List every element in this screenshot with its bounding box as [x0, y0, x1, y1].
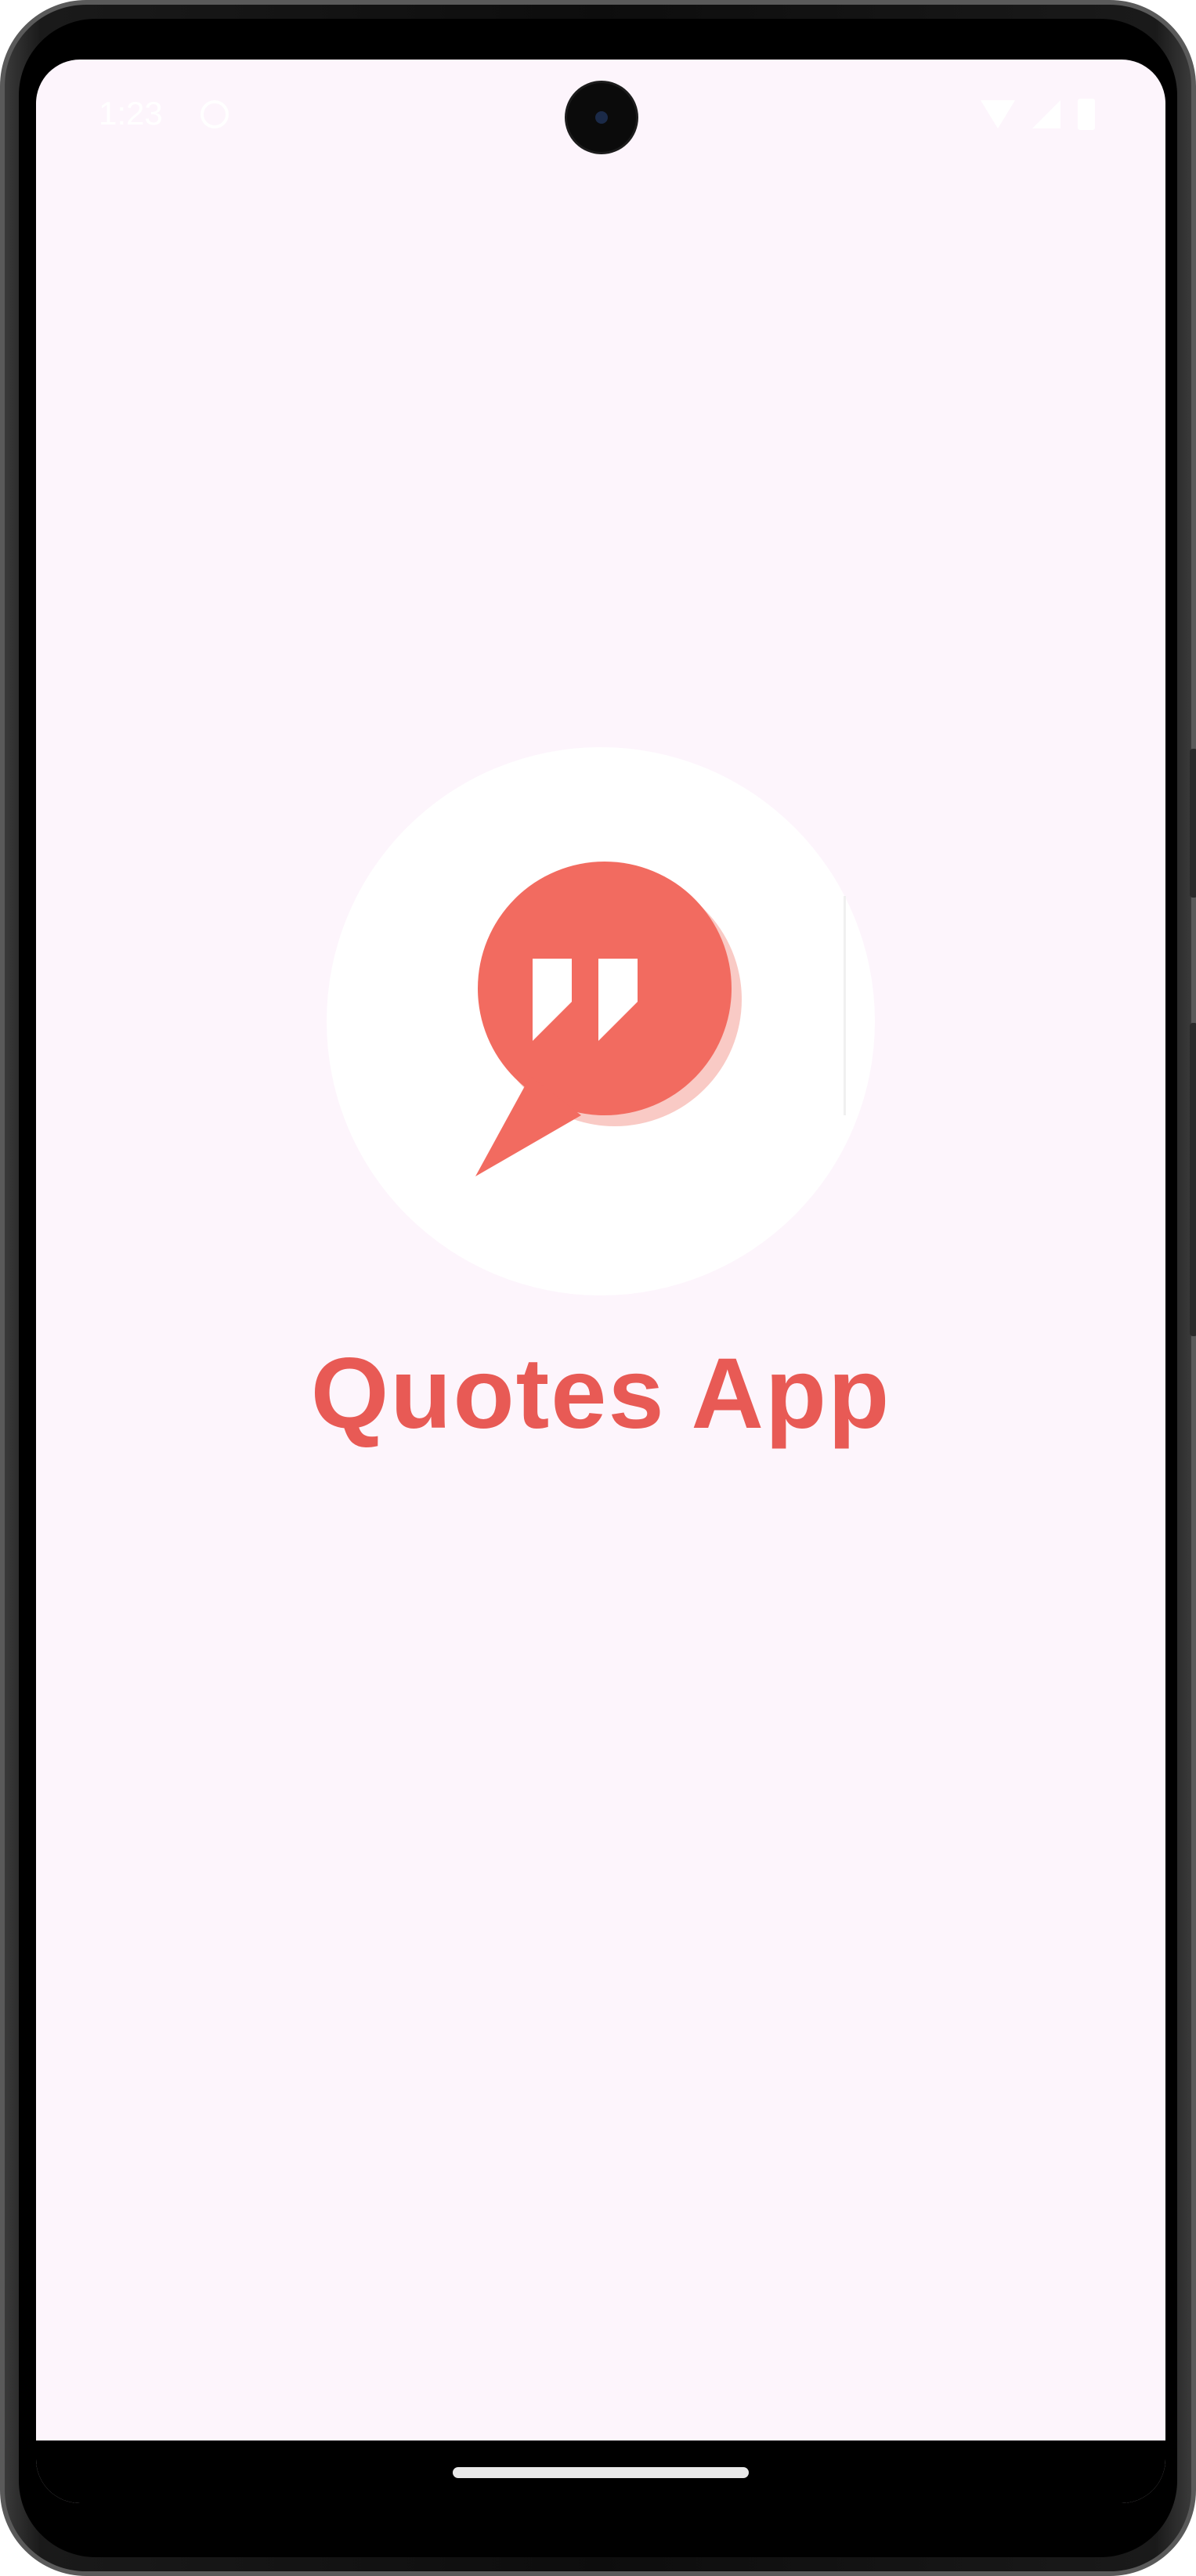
phone-frame: 1:23 Quotes App: [0, 0, 1196, 2576]
battery-icon: [1078, 99, 1095, 130]
status-time: 1:23: [99, 95, 163, 132]
signal-icon: [1032, 100, 1061, 128]
app-title: Quotes App: [310, 1338, 891, 1450]
quote-bubble-icon: [475, 862, 846, 1176]
face-icon: [201, 100, 229, 128]
status-icons: [981, 99, 1095, 130]
app-logo: [327, 747, 875, 1295]
front-camera: [567, 83, 636, 152]
home-indicator[interactable]: [453, 2467, 749, 2478]
volume-button: [1190, 1023, 1196, 1336]
navigation-bar: [36, 2441, 1165, 2503]
power-button: [1190, 749, 1196, 898]
app-screen: 1:23 Quotes App: [36, 60, 1165, 2503]
wifi-icon: [981, 100, 1015, 128]
status-bar: 1:23: [36, 60, 1165, 177]
